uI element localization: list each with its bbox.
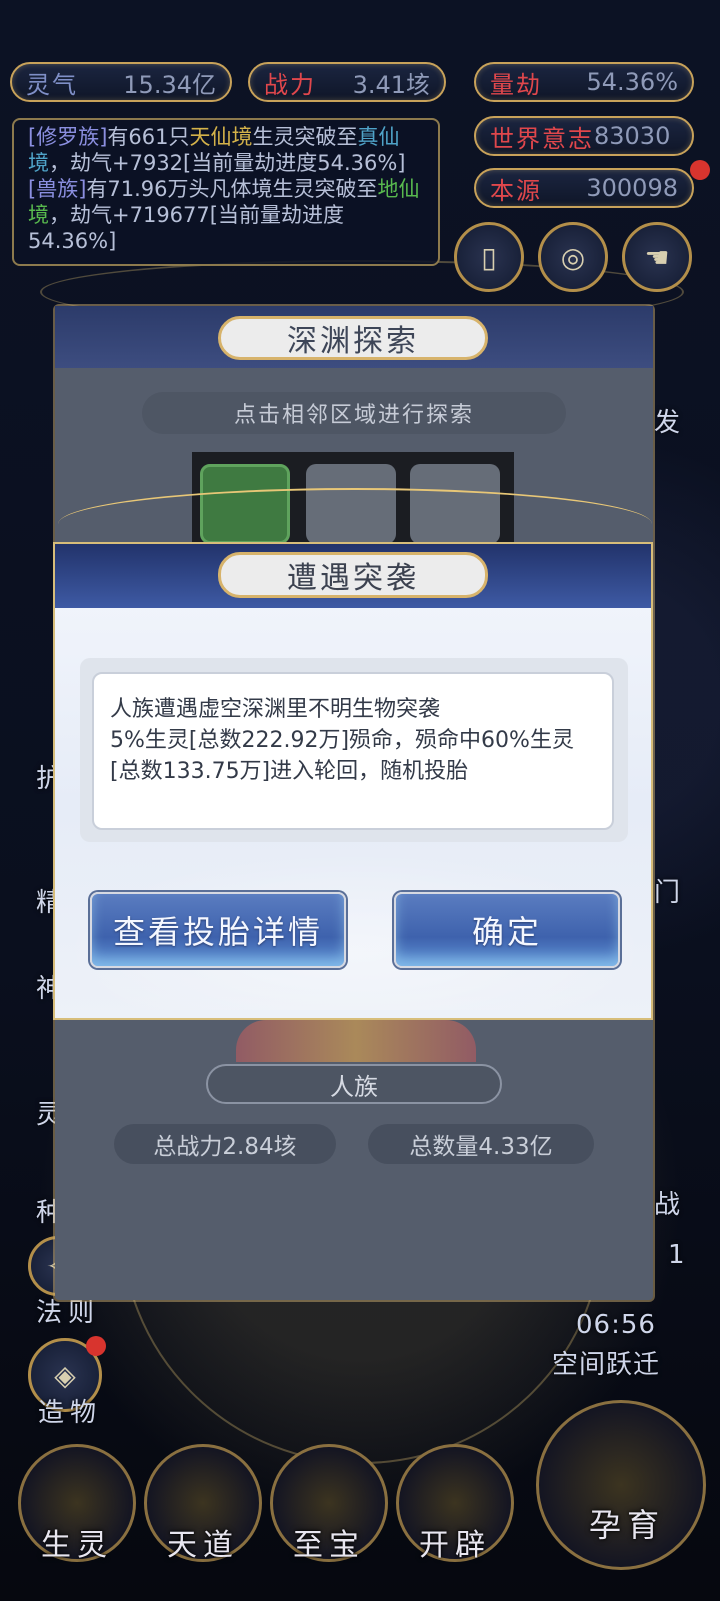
benyuan-value: 300098 — [586, 174, 678, 202]
side-label-partial: 战 — [654, 1190, 687, 1220]
side-label-partial: 门 — [654, 878, 687, 908]
view-reincarnation-details-button[interactable]: 查看投胎详情 — [90, 892, 346, 968]
race-portrait — [236, 1020, 476, 1062]
space-jump-label[interactable]: 空间跃迁 — [552, 1344, 660, 1381]
log-text: ，劫气+7932[当前量劫进度54.36%] — [49, 151, 406, 175]
notification-dot — [690, 160, 710, 180]
liangjie-value: 54.36% — [586, 68, 678, 96]
tab-zhibao-label: 至宝 — [293, 1528, 365, 1563]
shijie-value: 83030 — [594, 122, 671, 150]
log-realm: 天仙境 — [189, 125, 253, 149]
book-icon: ▯ — [481, 240, 497, 274]
eye-button[interactable]: ◎ — [538, 222, 608, 292]
log-text: 有661只 — [107, 125, 190, 149]
event-log[interactable]: [修罗族]有661只天仙境生灵突破至真仙境，劫气+7932[当前量劫进度54.3… — [12, 118, 440, 266]
book-button[interactable]: ▯ — [454, 222, 524, 292]
side-label-partial: 发 — [654, 408, 687, 438]
shijie-label: 世界意志 — [490, 124, 594, 153]
yunyu-label: 孕育 — [588, 1506, 665, 1544]
log-race: [修罗族] — [28, 125, 108, 149]
timer-count: 1 — [668, 1240, 691, 1270]
abyss-hint: 点击相邻区域进行探索 — [142, 392, 566, 434]
log-text: ，劫气+719677[当前量劫进度54.36%] — [28, 203, 344, 253]
log-text: 有71.96万头凡体境生灵突破至 — [86, 177, 378, 201]
benyuan-resource[interactable]: 本源 300098 — [474, 168, 694, 208]
tab-shengling-label: 生灵 — [41, 1528, 113, 1563]
notification-dot — [86, 1336, 106, 1356]
total-power: 总战力2.84垓 — [114, 1124, 336, 1164]
ambush-dialog-title: 遭遇突袭 — [218, 552, 488, 598]
tab-tiandao-label: 天道 — [167, 1528, 239, 1563]
shijie-resource[interactable]: 世界意志 83030 — [474, 116, 694, 156]
eye-icon: ◎ — [560, 240, 586, 274]
lingqi-resource[interactable]: 灵气 15.34亿 — [10, 62, 232, 102]
lingqi-value: 15.34亿 — [123, 70, 216, 99]
creation-label: 造物 — [38, 1398, 103, 1428]
message-line-1: 人族遭遇虚空深渊里不明生物突袭 — [110, 697, 441, 722]
hand-button[interactable]: ☚ — [622, 222, 692, 292]
message-line-2: 5%生灵[总数222.92万]殒命，殒命中60%生灵[总数133.75万]进入轮… — [110, 728, 574, 784]
tab-kaipi-label: 开辟 — [419, 1528, 491, 1563]
lingqi-label: 灵气 — [26, 70, 78, 99]
log-race: [兽族] — [28, 177, 87, 201]
liangjie-label: 量劫 — [490, 70, 542, 99]
ambush-message: 人族遭遇虚空深渊里不明生物突袭 5%生灵[总数222.92万]殒命，殒命中60%… — [92, 672, 614, 830]
hand-icon: ☚ — [644, 240, 670, 274]
log-text: 生灵突破至 — [252, 125, 358, 149]
diamond-icon: ◈ — [54, 1358, 76, 1392]
zhanli-value: 3.41垓 — [352, 70, 430, 99]
zhanli-label: 战力 — [264, 70, 316, 99]
liangjie-resource[interactable]: 量劫 54.36% — [474, 62, 694, 102]
countdown-timer: 06:56 — [576, 1310, 656, 1340]
race-name: 人族 — [206, 1064, 502, 1104]
benyuan-label: 本源 — [490, 176, 542, 205]
abyss-dialog-title: 深渊探索 — [218, 316, 488, 360]
confirm-button[interactable]: 确定 — [394, 892, 620, 968]
total-count: 总数量4.33亿 — [368, 1124, 594, 1164]
zhanli-resource[interactable]: 战力 3.41垓 — [248, 62, 446, 102]
